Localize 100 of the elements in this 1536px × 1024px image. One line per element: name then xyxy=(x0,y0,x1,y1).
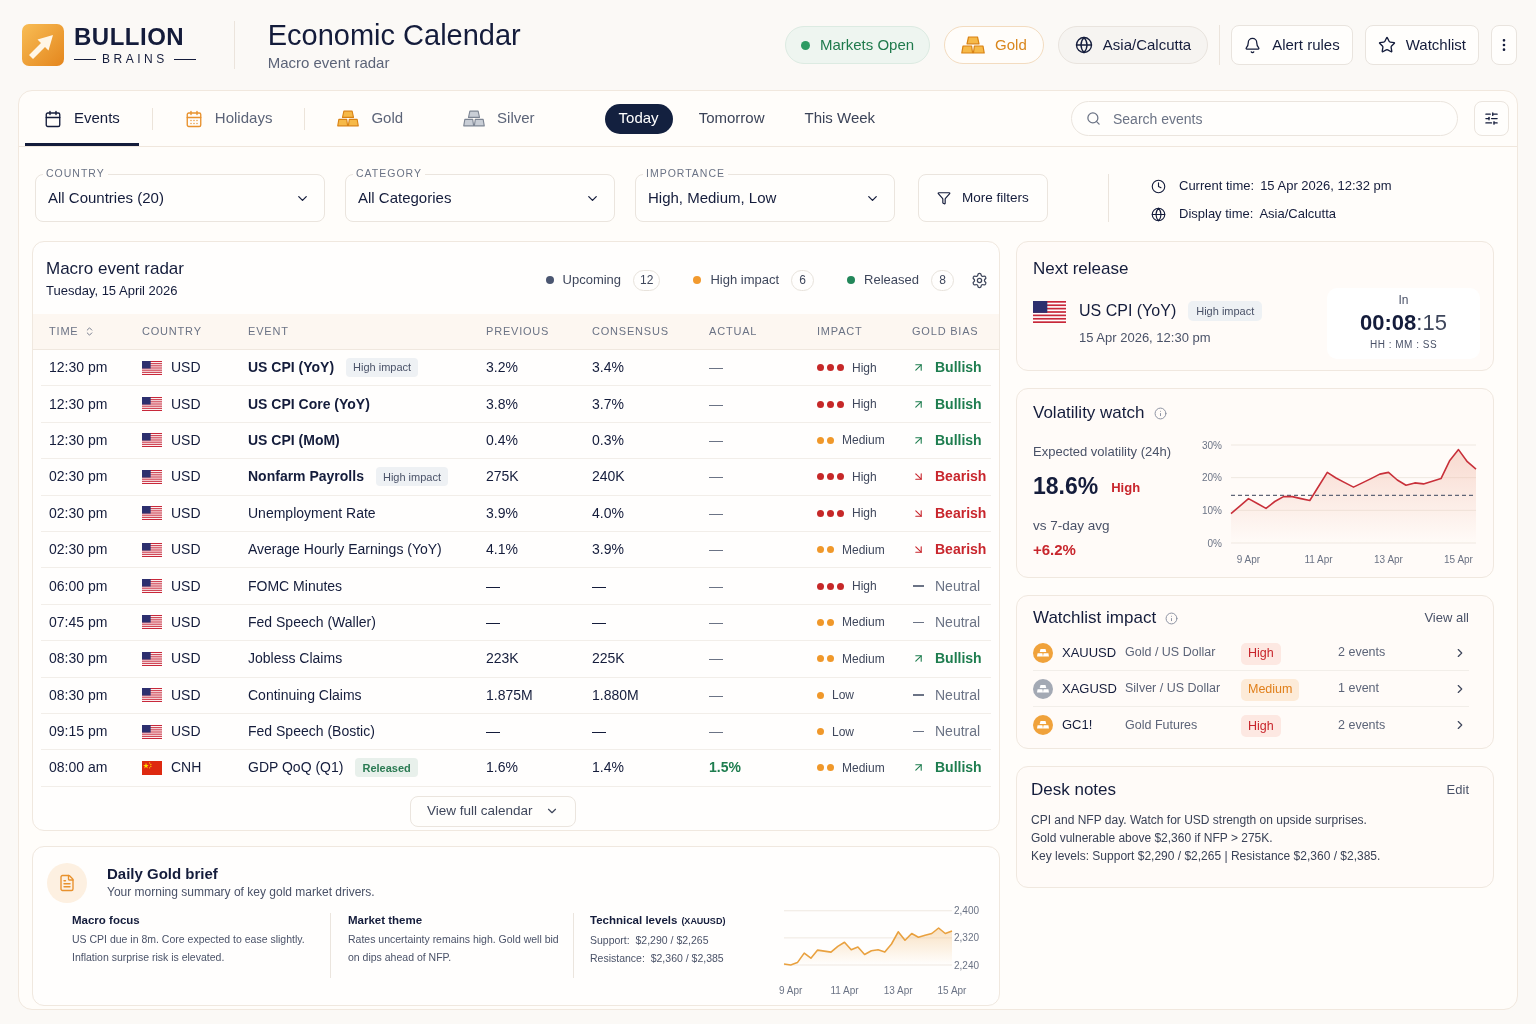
event-name: Nonfarm Payrolls xyxy=(248,467,364,487)
previous-value: 1.6% xyxy=(486,758,519,778)
consensus-value: 1.880M xyxy=(592,685,640,705)
impact-dots-icon xyxy=(817,764,834,772)
event-name: US CPI Core (YoY) xyxy=(248,394,370,414)
impact-label: Medium xyxy=(842,432,885,450)
filter-label: CATEGORY xyxy=(353,167,425,180)
card-title: Volatility watch xyxy=(1033,403,1145,423)
countdown-units: HH : MM : SS xyxy=(1369,339,1438,351)
country-code: USD xyxy=(171,358,201,378)
edit-link[interactable]: Edit xyxy=(1446,780,1469,800)
axis-tick-label: 30% xyxy=(1202,439,1222,451)
bias-label: Neutral xyxy=(935,576,981,596)
impact-dots-icon xyxy=(817,546,834,554)
event-time: 08:30 pm xyxy=(49,685,109,705)
axis-tick-label: 2,320 xyxy=(954,932,980,944)
more-filters-button[interactable]: More filters xyxy=(918,174,1048,222)
event-name: FOMC Minutes xyxy=(248,576,343,596)
nav-tab[interactable]: Holidays xyxy=(165,91,292,146)
impact-label: High xyxy=(852,359,877,377)
impact-dots-icon xyxy=(817,473,844,481)
actual-value: — xyxy=(709,722,724,742)
bias-label: Neutral xyxy=(935,685,981,705)
event-name: Fed Speech (Waller) xyxy=(248,612,376,632)
event-badge: High impact xyxy=(375,467,448,487)
column-header: PREVIOUS xyxy=(486,324,550,340)
nav-tab[interactable]: Events xyxy=(25,91,139,146)
event-name: US CPI (YoY) xyxy=(248,358,335,378)
us-flag-icon xyxy=(142,397,162,412)
countdown-time: 00:08 xyxy=(1360,310,1417,336)
period-tab[interactable]: Today xyxy=(604,103,673,134)
note-line: Key levels: Support $2,290 / $2,265 | Resistance $2,360 / $2,385. xyxy=(1031,848,1382,865)
dash-icon xyxy=(913,621,924,624)
bias-label: Neutral xyxy=(935,612,981,632)
ingots-icon xyxy=(337,110,360,127)
column-header: ACTUAL xyxy=(709,324,758,340)
us-flag-icon xyxy=(142,688,162,703)
event-time: 12:30 pm xyxy=(49,394,109,414)
view-calendar-button[interactable]: View full calendar xyxy=(410,795,576,827)
event-name: Jobless Claims xyxy=(248,649,343,669)
funnel-icon xyxy=(937,191,951,205)
period-tab[interactable]: This Week xyxy=(790,103,890,134)
note-line: CPI and NFP day. Watch for USD strength on upside surprises. xyxy=(1031,812,1368,829)
ingots-icon xyxy=(961,36,986,54)
period-tab[interactable]: Tomorrow xyxy=(684,103,779,134)
watchlist-button[interactable]: Watchlist xyxy=(1364,25,1479,65)
event-badge: High impact xyxy=(346,358,419,378)
section-text: Rates uncertainty remains high. Gold well bid on dips ahead of NFP. xyxy=(348,932,560,965)
time-value: Asia/Calcutta xyxy=(1259,205,1336,224)
ingots-icon xyxy=(463,110,486,127)
axis-tick-label: 2,400 xyxy=(954,905,980,917)
symbol-note: (XAUUSD) xyxy=(681,915,726,928)
actual-value: — xyxy=(709,576,724,596)
us-flag-icon xyxy=(142,651,162,666)
comparison-label: vs 7-day avg xyxy=(1033,518,1111,534)
time-label: Current time: xyxy=(1179,177,1255,196)
sliders-icon xyxy=(1484,111,1499,126)
filter-settings-button[interactable] xyxy=(1474,101,1509,136)
document-icon xyxy=(47,863,87,903)
impact-label: Medium xyxy=(842,614,885,632)
actual-value: — xyxy=(709,430,724,450)
filter-label: COUNTRY xyxy=(43,167,108,180)
event-count: 1 event xyxy=(1338,680,1380,698)
impact-dots-icon xyxy=(817,400,844,408)
nav-tab[interactable]: Silver xyxy=(444,91,554,146)
sortable-column-header[interactable]: TIME xyxy=(49,323,96,340)
brand-name: BULLION xyxy=(74,24,186,50)
previous-value: 275K xyxy=(486,467,520,487)
axis-tick-label: 11 Apr xyxy=(1304,554,1333,565)
section-title: Technical levels xyxy=(590,913,678,927)
impact-dots-icon xyxy=(817,582,844,590)
column-header: COUNTRY xyxy=(142,324,202,340)
legend-label: High impact xyxy=(710,271,780,290)
section-title: Macro focus xyxy=(72,913,141,927)
asset-name: Silver / US Dollar xyxy=(1125,680,1222,698)
event-time: 12:30 pm xyxy=(49,358,109,378)
star-icon xyxy=(1377,36,1396,54)
axis-tick-label: 13 Apr xyxy=(883,985,913,996)
search-icon xyxy=(1086,111,1101,126)
event-name: Continuing Claims xyxy=(248,685,362,705)
status-label: Markets Open xyxy=(819,34,915,55)
event-name: US CPI (YoY) xyxy=(1079,301,1177,321)
actual-value: — xyxy=(709,649,724,669)
asset-symbol: XAUUSD xyxy=(1062,643,1118,662)
alert-rules-button[interactable]: Alert rules xyxy=(1231,25,1353,65)
column-header: GOLD BIAS xyxy=(912,324,979,340)
view-all-link[interactable]: View all xyxy=(1424,608,1469,628)
event-time: 09:15 pm xyxy=(49,722,109,742)
nav-tab[interactable]: Gold xyxy=(318,91,423,146)
clock-icon xyxy=(1151,178,1166,194)
country-code: USD xyxy=(171,540,201,560)
card-subtitle: Your morning summary of key gold market drivers. xyxy=(107,885,375,900)
impact-label: High xyxy=(852,396,877,414)
settings-icon[interactable] xyxy=(971,271,988,289)
consensus-value: 225K xyxy=(592,649,626,669)
comparison-value: +6.2% xyxy=(1033,541,1077,559)
metric-value: 18.6% xyxy=(1033,472,1099,500)
countdown-seconds: :15 xyxy=(1416,310,1447,336)
search-field[interactable]: Search events xyxy=(1071,101,1458,136)
timezone-button[interactable]: Asia/Calcutta xyxy=(1057,26,1209,64)
